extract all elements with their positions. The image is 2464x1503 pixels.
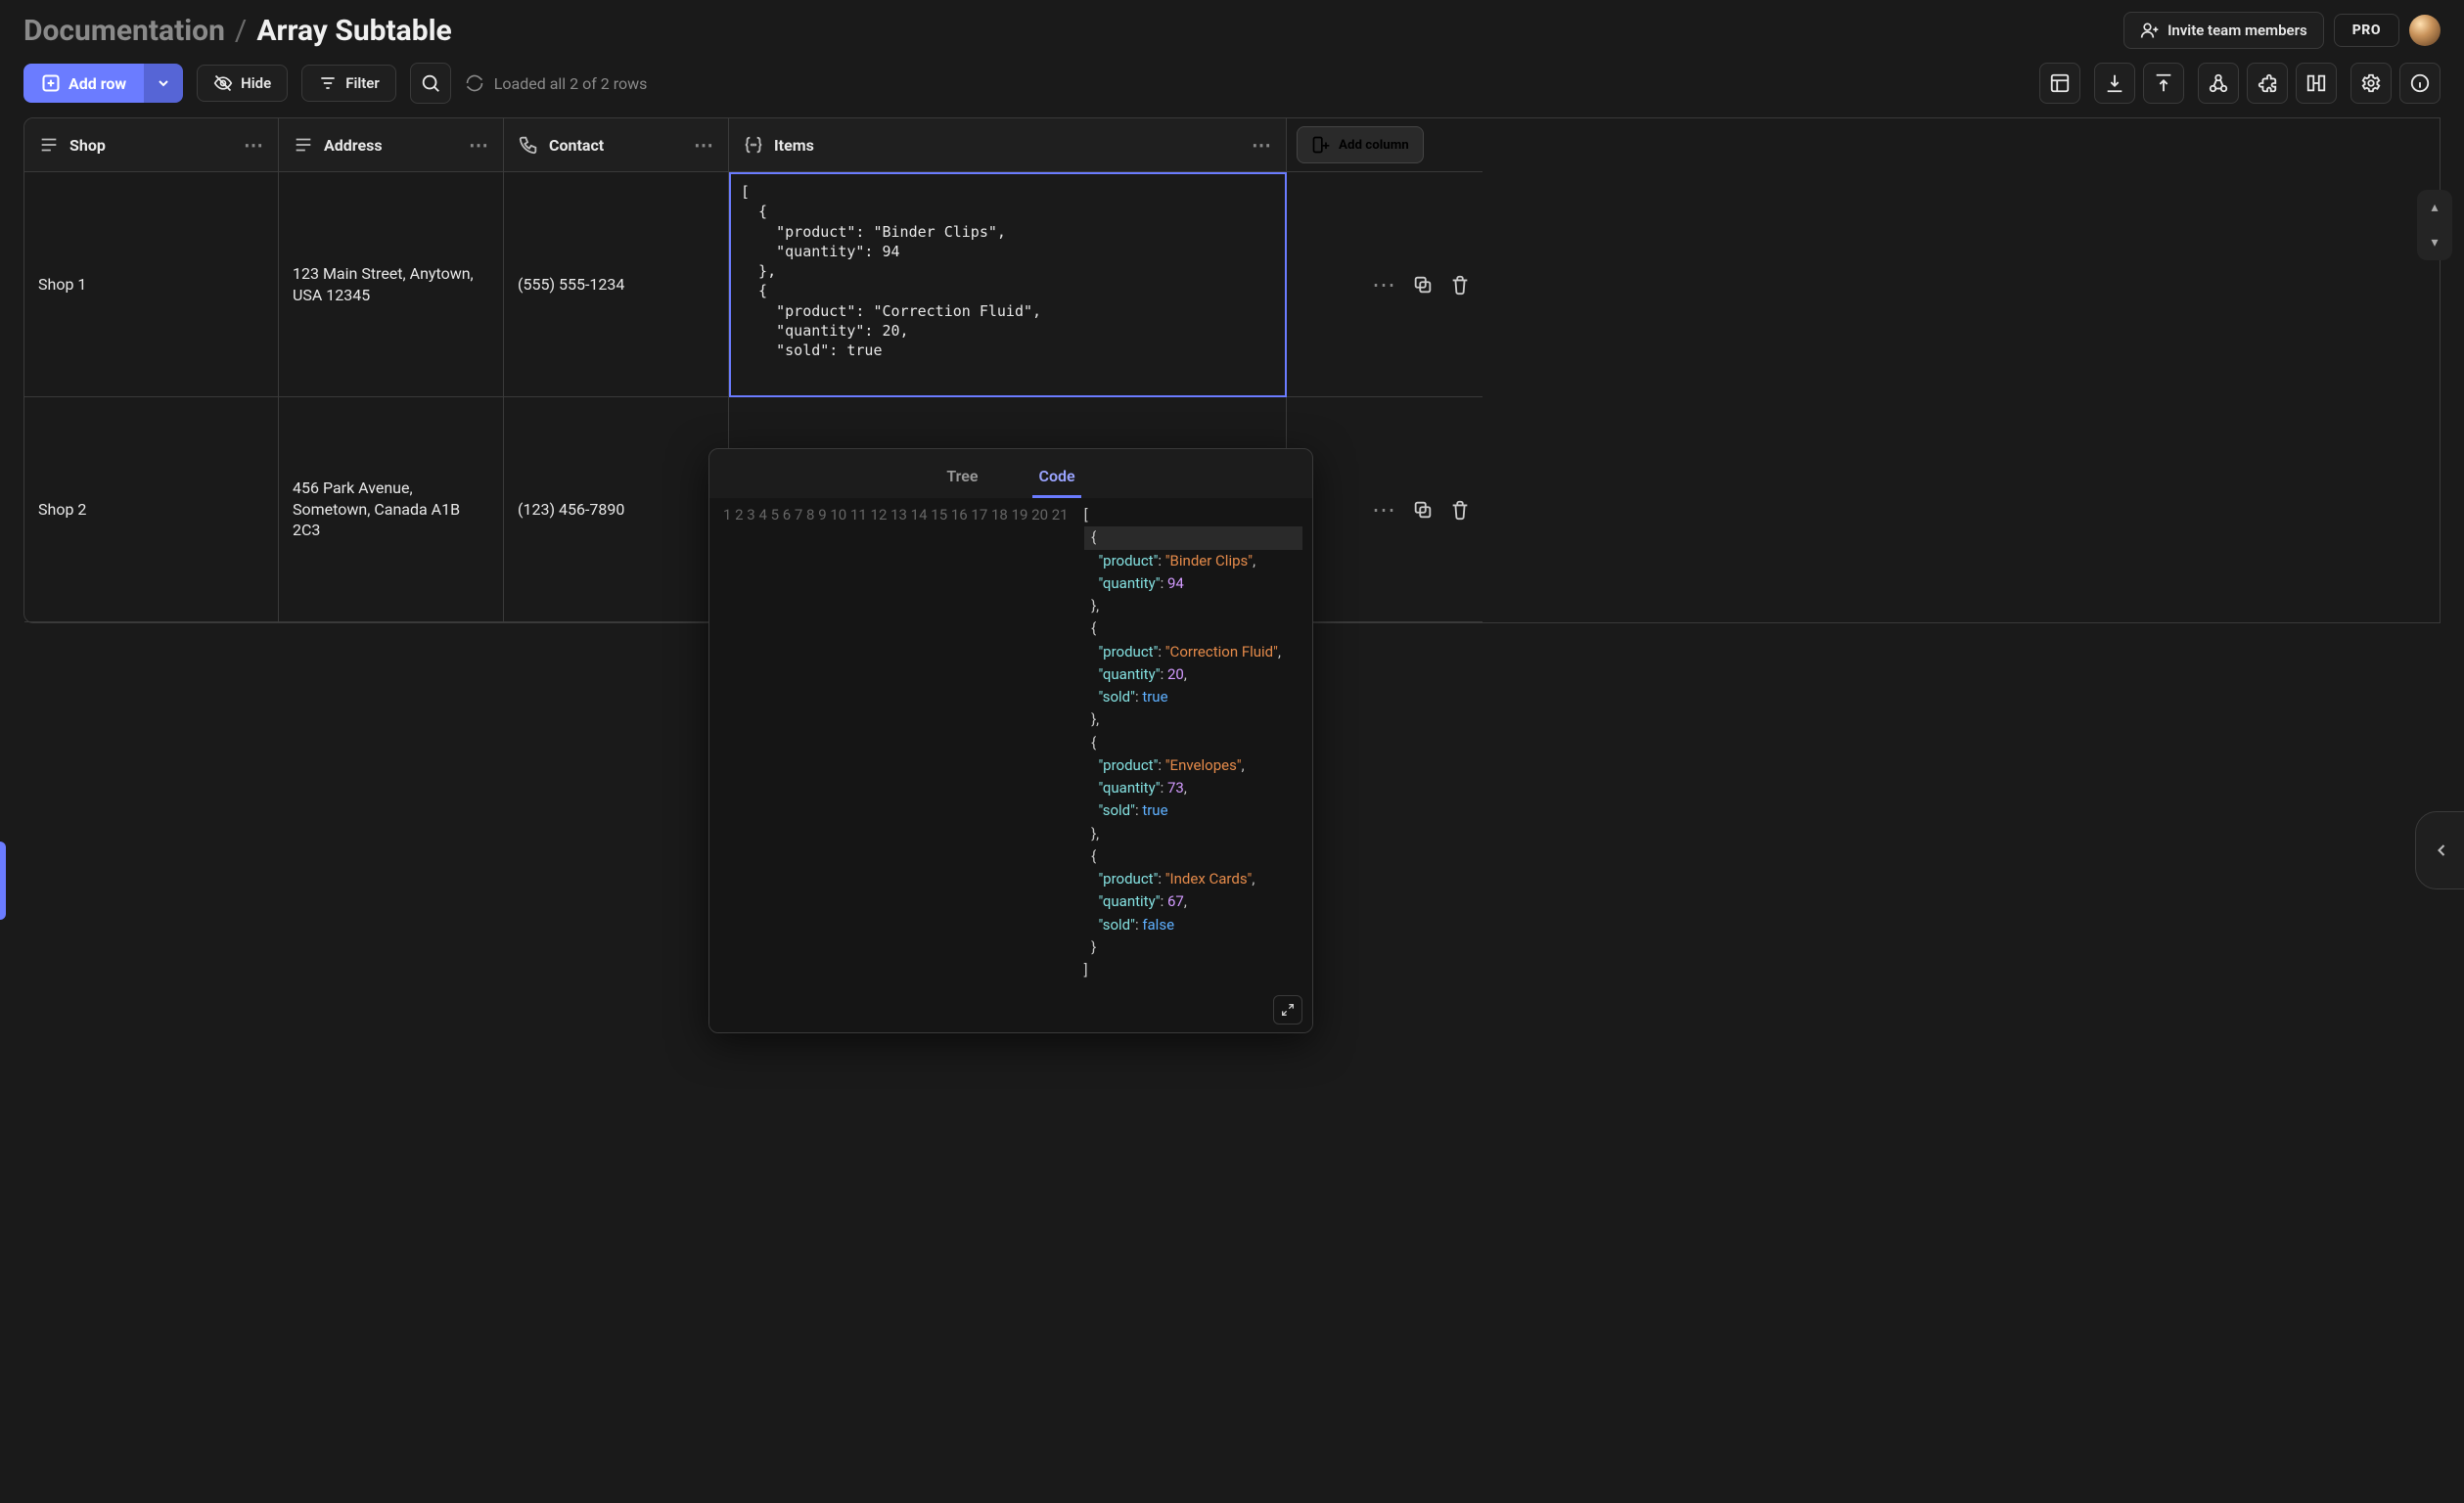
pro-badge[interactable]: PRO — [2334, 14, 2399, 47]
add-row-button[interactable]: Add row — [23, 64, 183, 103]
phone-icon — [518, 134, 539, 156]
eye-off-icon — [213, 73, 233, 93]
json-icon — [743, 134, 764, 156]
right-drawer-toggle[interactable] — [2415, 811, 2464, 889]
cell-items[interactable]: [ { "product": "Binder Clips", "quantity… — [729, 172, 1287, 397]
col-menu[interactable]: ⋯ — [469, 133, 489, 157]
trash-icon[interactable] — [1449, 499, 1471, 521]
tab-tree[interactable]: Tree — [940, 457, 983, 498]
status-text: Loaded all 2 of 2 rows — [494, 74, 648, 93]
filter-icon — [318, 73, 338, 93]
layout-button[interactable] — [2039, 63, 2080, 104]
import-icon — [2104, 72, 2125, 94]
row-menu[interactable]: ⋯ — [1372, 271, 1396, 298]
col-head-items[interactable]: Items ⋯ — [729, 118, 1287, 172]
cell-contact[interactable]: (555) 555-1234 — [504, 172, 729, 397]
search-button[interactable] — [410, 63, 451, 104]
row-menu[interactable]: ⋯ — [1372, 496, 1396, 524]
copy-icon[interactable] — [1412, 499, 1434, 521]
search-icon — [420, 72, 441, 94]
col-head-shop[interactable]: Shop ⋯ — [24, 118, 279, 172]
col-menu[interactable]: ⋯ — [694, 133, 714, 157]
add-column-icon — [1311, 135, 1331, 155]
info-icon — [2409, 72, 2431, 94]
hide-label: Hide — [241, 74, 271, 92]
cell-shop[interactable]: Shop 2 — [24, 397, 279, 622]
copy-icon[interactable] — [1412, 274, 1434, 296]
breadcrumb-leaf: Array Subtable — [256, 14, 451, 48]
code-content[interactable]: [ { "product": "Binder Clips", "quantity… — [1078, 498, 1312, 987]
tab-code[interactable]: Code — [1032, 457, 1080, 498]
puzzle-icon — [2257, 72, 2278, 94]
col-label: Items — [774, 136, 814, 155]
col-menu[interactable]: ⋯ — [1252, 133, 1272, 157]
cell-shop[interactable]: Shop 1 — [24, 172, 279, 397]
breadcrumb-root[interactable]: Documentation — [23, 14, 225, 48]
export-icon — [2153, 72, 2174, 94]
json-editor-popover: Tree Code 1 2 3 4 5 6 7 8 9 10 11 12 13 … — [708, 448, 1313, 1033]
expand-icon — [1280, 1002, 1296, 1018]
columns-icon — [2305, 72, 2327, 94]
export-button[interactable] — [2143, 63, 2184, 104]
text-column-icon — [293, 134, 314, 156]
cell-address[interactable]: 123 Main Street, Anytown, USA 12345 — [279, 172, 504, 397]
trash-icon[interactable] — [1449, 274, 1471, 296]
info-button[interactable] — [2399, 63, 2441, 104]
extensions-button[interactable] — [2247, 63, 2288, 104]
schema-button[interactable] — [2296, 63, 2337, 104]
col-head-address[interactable]: Address ⋯ — [279, 118, 504, 172]
row-actions: ⋯ — [1287, 397, 1483, 622]
import-button[interactable] — [2094, 63, 2135, 104]
col-label: Contact — [549, 136, 604, 155]
filter-label: Filter — [345, 74, 380, 92]
filter-button[interactable]: Filter — [301, 65, 396, 102]
expand-editor-button[interactable] — [1273, 995, 1302, 1025]
gear-icon — [2360, 72, 2382, 94]
add-row-dropdown[interactable] — [144, 64, 183, 103]
col-label: Shop — [69, 136, 106, 155]
settings-button[interactable] — [2350, 63, 2392, 104]
cell-address[interactable]: 456 Park Avenue, Sometown, Canada A1B 2C… — [279, 397, 504, 622]
code-editor[interactable]: 1 2 3 4 5 6 7 8 9 10 11 12 13 14 15 16 1… — [709, 498, 1312, 987]
load-status: Loaded all 2 of 2 rows — [465, 73, 648, 93]
line-numbers: 1 2 3 4 5 6 7 8 9 10 11 12 13 14 15 16 1… — [709, 498, 1078, 987]
avatar[interactable] — [2409, 15, 2441, 46]
invite-button[interactable]: Invite team members — [2123, 12, 2324, 49]
user-plus-icon — [2140, 21, 2160, 40]
col-menu[interactable]: ⋯ — [244, 133, 264, 157]
add-column-label: Add column — [1339, 138, 1409, 153]
breadcrumb: Documentation / Array Subtable — [23, 14, 452, 48]
add-column-button[interactable]: Add column — [1297, 126, 1424, 163]
chevron-down-icon — [156, 75, 171, 91]
text-column-icon — [38, 134, 60, 156]
scroll-down-button[interactable]: ▾ — [2417, 225, 2452, 260]
plus-icon — [41, 73, 61, 93]
webhook-icon — [2208, 72, 2229, 94]
col-label: Address — [324, 136, 383, 155]
col-head-contact[interactable]: Contact ⋯ — [504, 118, 729, 172]
scroll-up-button[interactable]: ▴ — [2417, 190, 2452, 225]
hide-button[interactable]: Hide — [197, 65, 288, 102]
left-rail-indicator[interactable] — [0, 842, 6, 920]
invite-label: Invite team members — [2167, 22, 2307, 39]
layout-icon — [2049, 72, 2071, 94]
cell-contact[interactable]: (123) 456-7890 — [504, 397, 729, 622]
refresh-icon — [465, 73, 484, 93]
breadcrumb-sep: / — [235, 14, 247, 48]
webhooks-button[interactable] — [2198, 63, 2239, 104]
add-row-label: Add row — [68, 74, 126, 93]
row-actions: ⋯ — [1287, 172, 1483, 397]
chevron-left-icon — [2432, 841, 2451, 860]
